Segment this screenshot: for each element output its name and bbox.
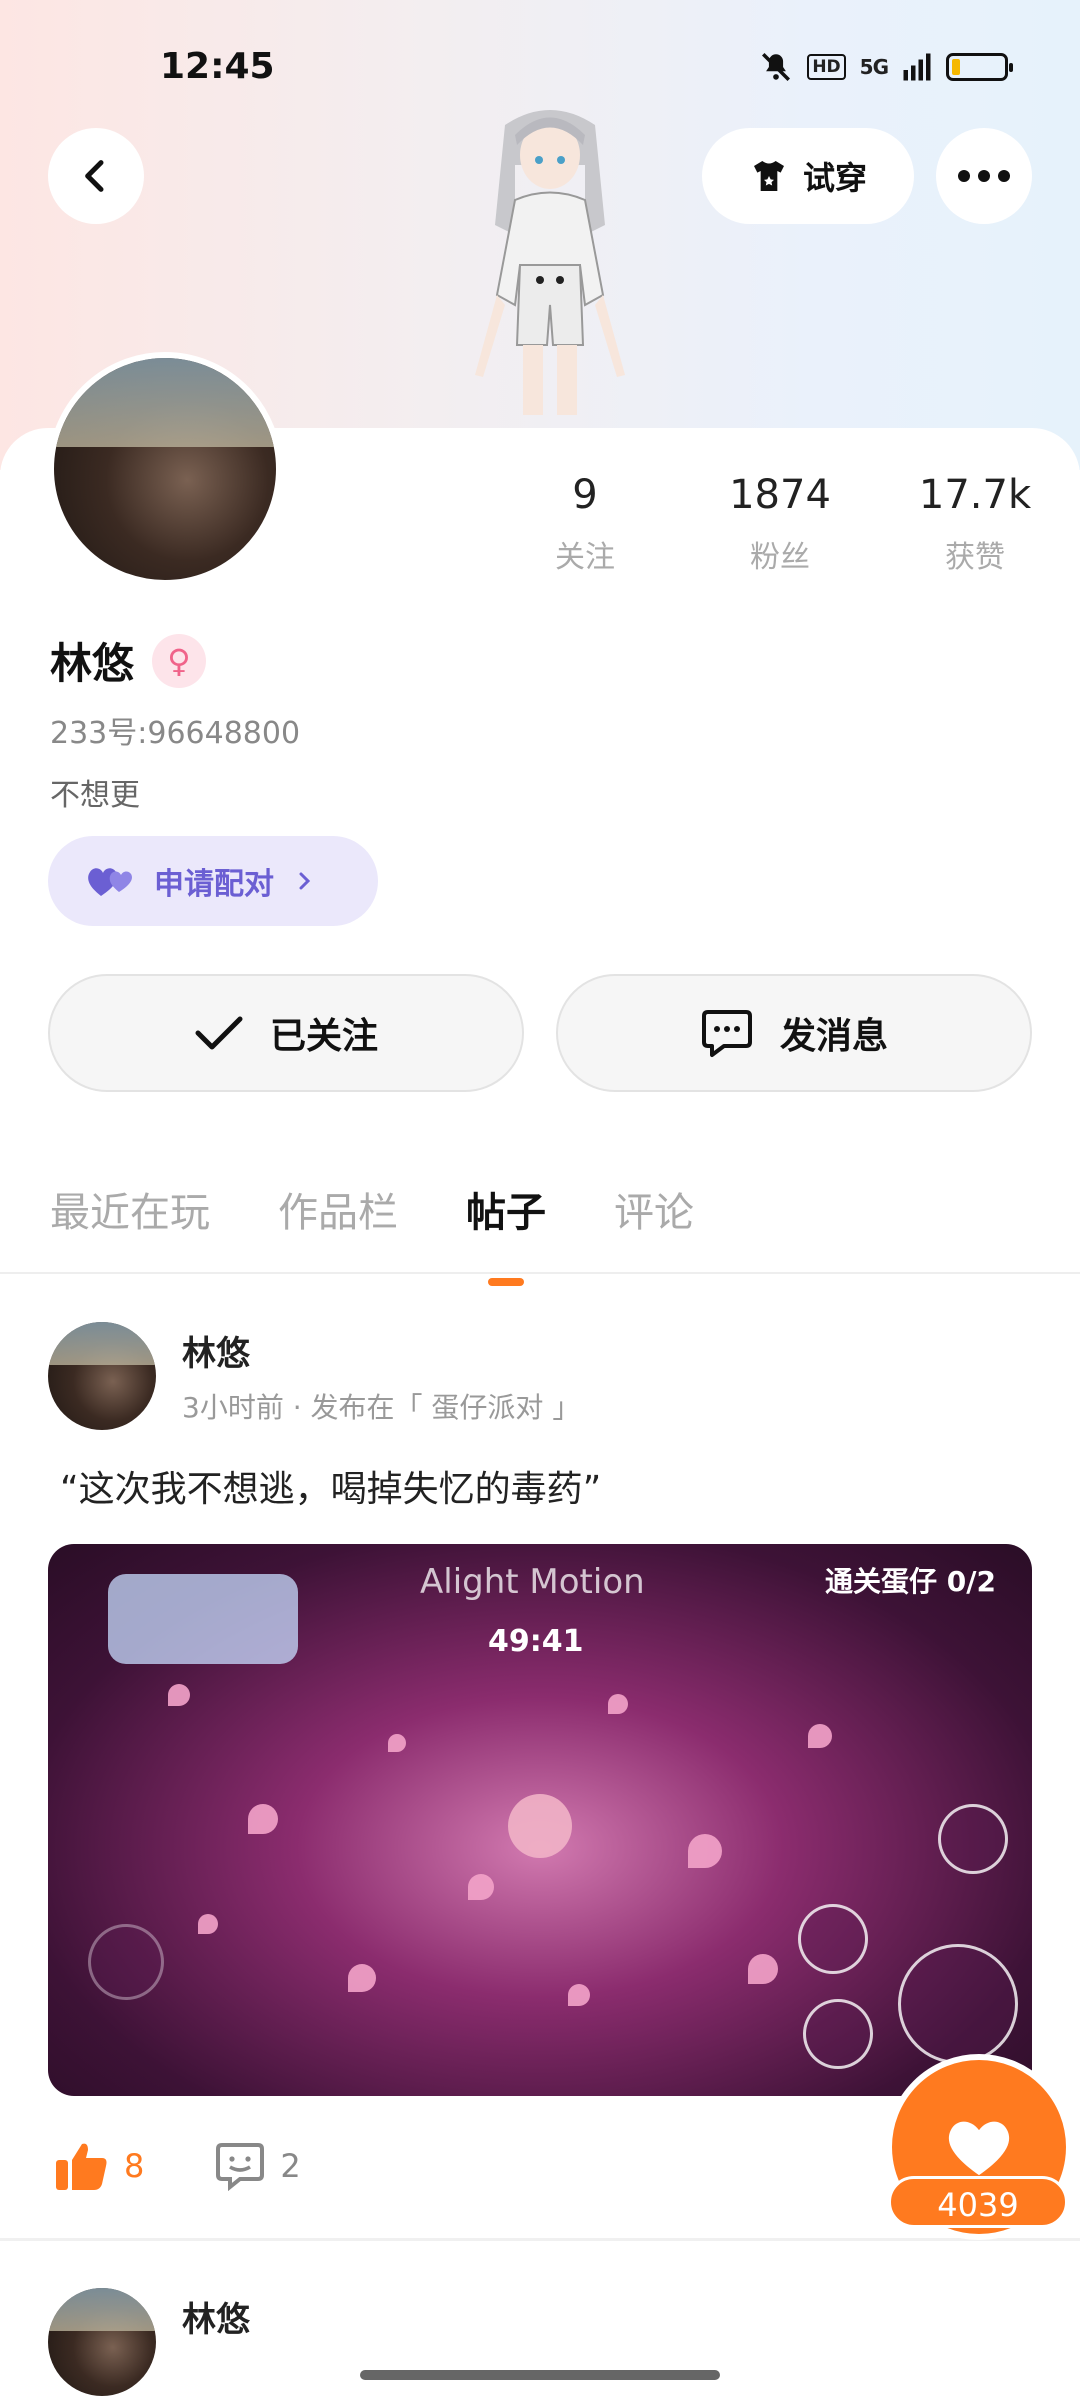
profile-tabs: 最近在玩 作品栏 帖子 评论 [50, 1180, 694, 1286]
hd-icon: HD [807, 54, 846, 80]
profile-bio: 不想更 [50, 778, 140, 813]
name-row: 林悠 ♀ [50, 630, 207, 691]
signal-5g-icon: 5G [859, 55, 889, 79]
send-message-button[interactable]: 发消息 [556, 974, 1032, 1092]
hearts-icon [88, 868, 132, 896]
tab-recently-played[interactable]: 最近在玩 [50, 1180, 210, 1238]
signal-bars-icon [903, 53, 931, 81]
stat-following[interactable]: 9 关注 [500, 472, 670, 576]
try-on-button[interactable]: 试穿 [702, 128, 914, 224]
female-gender-icon: ♀ [152, 633, 207, 688]
stat-following-count: 9 [572, 472, 598, 518]
post-text[interactable]: “这次我不想逃，喝掉失忆的毒药” [60, 1460, 601, 1512]
tabs-divider [0, 1272, 1080, 1274]
heart-icon [948, 2121, 1010, 2176]
tab-works[interactable]: 作品栏 [278, 1180, 398, 1238]
post-author-name[interactable]: 林悠 [182, 2292, 250, 2341]
profile-uid[interactable]: 233号:96648800 [50, 708, 300, 752]
like-count: 8 [124, 2147, 145, 2185]
chevron-right-icon [299, 872, 311, 890]
more-dots-icon [958, 170, 1010, 182]
media-goal: 通关蛋仔 0/2 [825, 1565, 996, 1598]
stat-followers-label: 粉丝 [750, 540, 810, 575]
following-button[interactable]: 已关注 [48, 974, 524, 1092]
like-button[interactable]: 8 [54, 2140, 144, 2192]
post-author-avatar[interactable] [48, 1322, 156, 1430]
stat-likes[interactable]: 17.7k 获赞 [890, 472, 1060, 576]
mute-icon [762, 52, 791, 82]
post-author-avatar[interactable] [48, 2288, 156, 2396]
comment-icon [216, 2143, 265, 2191]
following-label: 已关注 [269, 1016, 378, 1057]
back-button[interactable] [48, 128, 144, 224]
stat-followers[interactable]: 1874 粉丝 [695, 472, 865, 576]
post-divider [0, 2238, 1080, 2241]
comment-count: 2 [280, 2147, 301, 2185]
try-on-label: 试穿 [802, 159, 867, 197]
thumbs-up-icon [56, 2143, 107, 2190]
stat-likes-count: 17.7k [918, 472, 1032, 518]
action-row: 已关注 发消息 [48, 974, 1032, 1092]
post-media-image[interactable]: Alight Motion 49:41 通关蛋仔 0/2 [48, 1544, 1032, 2096]
battery-icon [946, 53, 1013, 81]
tab-posts[interactable]: 帖子 [466, 1180, 546, 1286]
floating-like-count: 4039 [888, 2176, 1068, 2228]
more-options-button[interactable] [936, 128, 1032, 224]
status-icons: HD 5G [759, 50, 1013, 84]
stat-followers-count: 1874 [729, 472, 831, 518]
post-actions: 8 2 [54, 2140, 301, 2192]
stat-following-label: 关注 [555, 540, 615, 575]
status-time: 12:45 [160, 46, 275, 87]
pair-request-label: 申请配对 [154, 867, 274, 902]
profile-stats: 9 关注 1874 粉丝 17.7k 获赞 [500, 472, 1060, 576]
chevron-left-icon [85, 160, 104, 192]
tab-comments[interactable]: 评论 [614, 1180, 694, 1238]
shirt-icon [753, 161, 784, 191]
post-author-name[interactable]: 林悠 [182, 1326, 250, 1375]
stat-likes-label: 获赞 [945, 540, 1005, 575]
media-watermark: Alight Motion [420, 1562, 645, 1602]
send-message-label: 发消息 [779, 1016, 888, 1057]
comment-button[interactable]: 2 [214, 2141, 301, 2191]
profile-name: 林悠 [50, 639, 135, 688]
post-meta: 3小时前 · 发布在「 蛋仔派对 」 [182, 1391, 581, 1424]
avatar-character[interactable] [435, 105, 665, 425]
check-icon [195, 1016, 243, 1050]
game-toast [108, 1574, 298, 1664]
pair-request-button[interactable]: 申请配对 [48, 836, 378, 926]
media-timer: 49:41 [488, 1624, 584, 1659]
profile-avatar[interactable] [48, 352, 282, 586]
chat-bubble-icon [701, 1010, 752, 1057]
home-indicator[interactable] [360, 2370, 720, 2380]
